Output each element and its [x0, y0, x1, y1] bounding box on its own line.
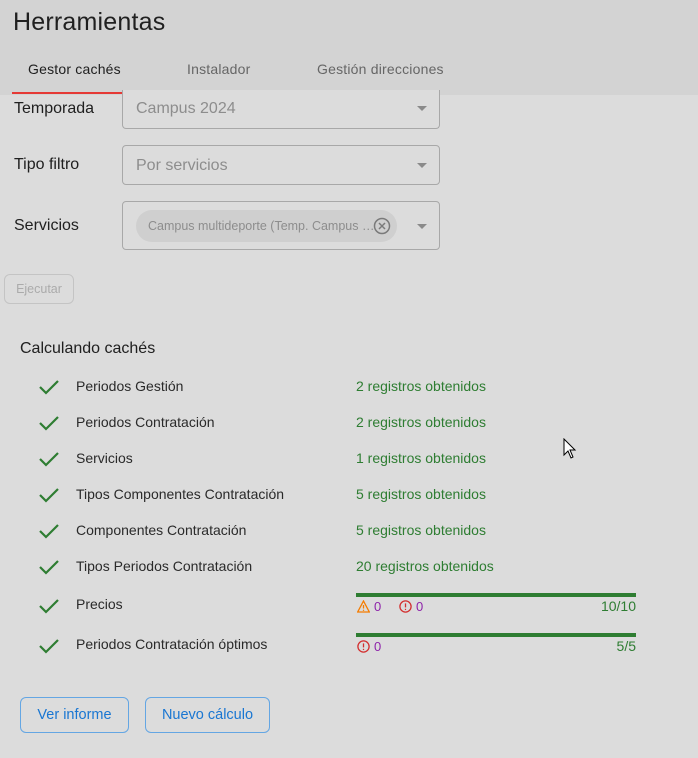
optimos-error-count: 0 [374, 639, 382, 654]
tab-instalador[interactable]: Instalador [187, 61, 250, 77]
tab-gestion-direcciones[interactable]: Gestión direcciones [317, 61, 444, 77]
calc-row-status: 5 registros obtenidos [356, 522, 486, 538]
check-icon [39, 524, 59, 539]
nuevo-calculo-button[interactable]: Nuevo cálculo [145, 697, 270, 733]
precios-warning-count: 0 [374, 599, 382, 614]
app-header: Herramientas Gestor cachés Instalador Ge… [0, 0, 698, 95]
precios-progress-bar [356, 593, 636, 597]
tab-gestor-caches[interactable]: Gestor cachés [28, 61, 121, 77]
error-icon [357, 640, 370, 653]
temporada-label: Temporada [14, 100, 95, 117]
temporada-value: Campus 2024 [136, 100, 236, 117]
calc-row-label: Componentes Contratación [76, 522, 247, 538]
calc-row-status: 5 registros obtenidos [356, 486, 486, 502]
calc-row-label: Tipos Periodos Contratación [76, 558, 253, 574]
servicios-select[interactable]: Campus multideporte (Temp. Campus 2024) [122, 201, 440, 250]
calc-row-label: Periodos Contratación [76, 414, 215, 430]
check-icon [39, 560, 59, 575]
precios-progress-fill [356, 593, 636, 597]
tipo-filtro-select[interactable]: Por servicios [122, 145, 440, 185]
chevron-down-icon [417, 106, 427, 111]
calc-row-status: 2 registros obtenidos [356, 378, 486, 394]
chevron-down-icon [417, 163, 427, 168]
precios-error-count: 0 [416, 599, 424, 614]
optimos-progress-bar [356, 633, 636, 637]
app-title: Herramientas [13, 8, 166, 36]
servicios-label: Servicios [14, 217, 79, 234]
optimos-label: Periodos Contratación óptimos [76, 636, 268, 652]
error-icon [399, 600, 412, 613]
calc-row-status: 1 registros obtenidos [356, 450, 486, 466]
chevron-down-icon [417, 224, 427, 229]
servicio-chip-label: Campus multideporte (Temp. Campus 2024) [148, 219, 376, 233]
temporada-select[interactable]: Campus 2024 [122, 90, 440, 129]
check-icon [39, 599, 59, 614]
ejecutar-button[interactable]: Ejecutar [4, 274, 74, 304]
active-tab-indicator [12, 92, 139, 94]
calc-row-label: Periodos Gestión [76, 378, 184, 394]
calc-row-label: Servicios [76, 450, 133, 466]
warning-icon [357, 600, 370, 613]
tipo-filtro-value: Por servicios [136, 157, 228, 174]
calc-row-status: 20 registros obtenidos [356, 558, 494, 574]
close-circle-icon[interactable] [373, 217, 391, 235]
servicio-chip[interactable]: Campus multideporte (Temp. Campus 2024) [136, 210, 397, 242]
section-title: Calculando cachés [20, 340, 156, 357]
optimos-progress-fill [356, 633, 636, 637]
ver-informe-button[interactable]: Ver informe [20, 697, 129, 733]
mouse-cursor-icon [563, 438, 577, 459]
check-icon [39, 488, 59, 503]
calc-row-status: 2 registros obtenidos [356, 414, 486, 430]
calc-row-label: Tipos Componentes Contratación [76, 486, 285, 502]
check-icon [39, 416, 59, 431]
precios-ratio: 10/10 [600, 598, 636, 614]
optimos-ratio: 5/5 [616, 638, 636, 654]
check-icon [39, 380, 59, 395]
precios-label: Precios [76, 596, 123, 612]
check-icon [39, 639, 59, 654]
check-icon [39, 452, 59, 467]
tipo-filtro-label: Tipo filtro [14, 156, 80, 173]
